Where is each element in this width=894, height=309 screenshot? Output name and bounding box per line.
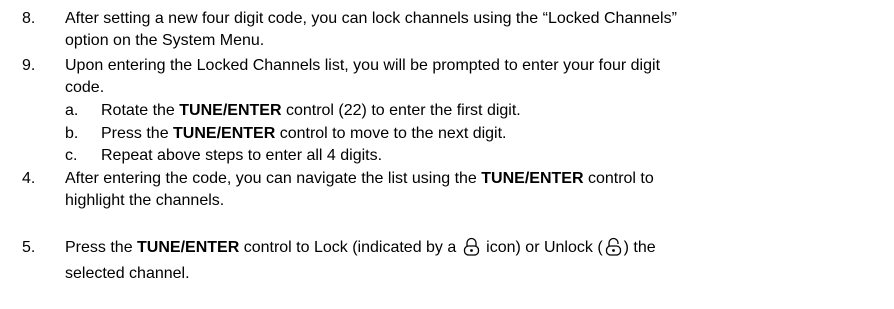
sub-letter: a. <box>65 102 79 119</box>
text-line: highlight the channels. <box>65 192 225 209</box>
text-run: control to move to the next digit. <box>275 125 507 142</box>
text-run: icon) or Unlock ( <box>481 239 603 256</box>
sub-letter: c. <box>65 147 78 164</box>
text-line: Press the TUNE/ENTER control to Lock (in… <box>65 237 885 263</box>
bold-term: TUNE/ENTER <box>481 170 584 187</box>
bold-term: TUNE/ENTER <box>179 102 282 119</box>
text-run: control to Lock (indicated by a <box>239 239 461 256</box>
list-number: 5. <box>22 239 36 256</box>
sub-item-text: Press the TUNE/ENTER control to move to … <box>101 123 841 145</box>
text-run: Rotate the <box>101 102 180 119</box>
list-item-text: After entering the code, you can navigat… <box>65 168 885 212</box>
bold-term: TUNE/ENTER <box>137 239 240 256</box>
sub-item-text: Repeat above steps to enter all 4 digits… <box>101 147 383 164</box>
list-number: 8. <box>22 10 36 27</box>
sub-item-text: Rotate the TUNE/ENTER control (22) to en… <box>101 100 841 122</box>
text-run: ) the <box>623 239 656 256</box>
text-line: After entering the code, you can navigat… <box>65 168 885 190</box>
text-run: Press the <box>101 125 174 142</box>
text-line: selected channel. <box>65 265 190 282</box>
lock-icon <box>463 237 480 263</box>
text-line: code. <box>65 79 105 96</box>
text-run: Press the <box>65 239 138 256</box>
text-line: After setting a new four digit code, you… <box>65 10 677 27</box>
text-line: option on the System Menu. <box>65 32 265 49</box>
list-item-text: Upon entering the Locked Channels list, … <box>65 55 885 99</box>
list-item-text: After setting a new four digit code, you… <box>65 8 885 52</box>
text-run: control to <box>583 170 654 187</box>
bold-term: TUNE/ENTER <box>173 125 276 142</box>
text-line: Upon entering the Locked Channels list, … <box>65 57 661 74</box>
text-run: After entering the code, you can navigat… <box>65 170 482 187</box>
list-item-text: Press the TUNE/ENTER control to Lock (in… <box>65 237 885 285</box>
sub-letter: b. <box>65 125 79 142</box>
list-number: 4. <box>22 170 36 187</box>
list-number: 9. <box>22 57 36 74</box>
text-run: control (22) to enter the first digit. <box>281 102 521 119</box>
unlock-icon <box>605 237 622 263</box>
document-page: 8. After setting a new four digit code, … <box>0 0 894 309</box>
